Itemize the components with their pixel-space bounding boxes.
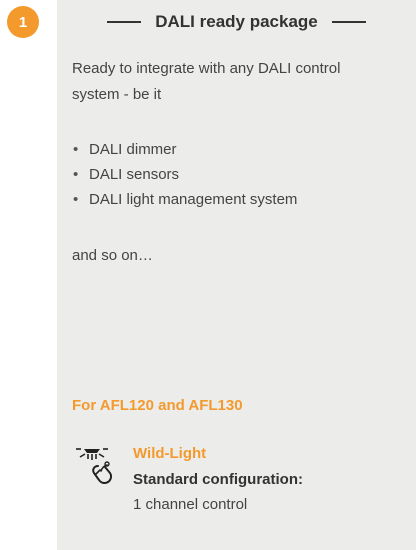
step-number-badge: 1: [7, 6, 39, 38]
step-number: 1: [18, 13, 28, 31]
config-label: Standard configuration:: [133, 471, 303, 488]
title-divider-right: [331, 21, 366, 23]
street-light-with-sensor-icon: [74, 444, 118, 490]
product-name: Wild-Light: [133, 445, 207, 462]
compatible-models: For AFL120 and AFL130: [72, 397, 243, 414]
feature-list-item: DALI light management system: [72, 187, 297, 212]
outro-text: and so on…: [72, 247, 153, 264]
feature-list: DALI dimmer DALI sensors DALI light mana…: [72, 137, 297, 212]
feature-list-item: DALI sensors: [72, 162, 297, 187]
intro-text: Ready to integrate with any DALI control…: [72, 60, 341, 103]
feature-list-item: DALI dimmer: [72, 137, 297, 162]
package-card: DALI ready package Ready to integrate wi…: [57, 0, 416, 550]
config-value: 1 channel control: [133, 496, 248, 513]
card-title: DALI ready package: [155, 12, 318, 31]
card-title-row: DALI ready package: [57, 8, 416, 36]
title-divider-left: [107, 21, 142, 23]
